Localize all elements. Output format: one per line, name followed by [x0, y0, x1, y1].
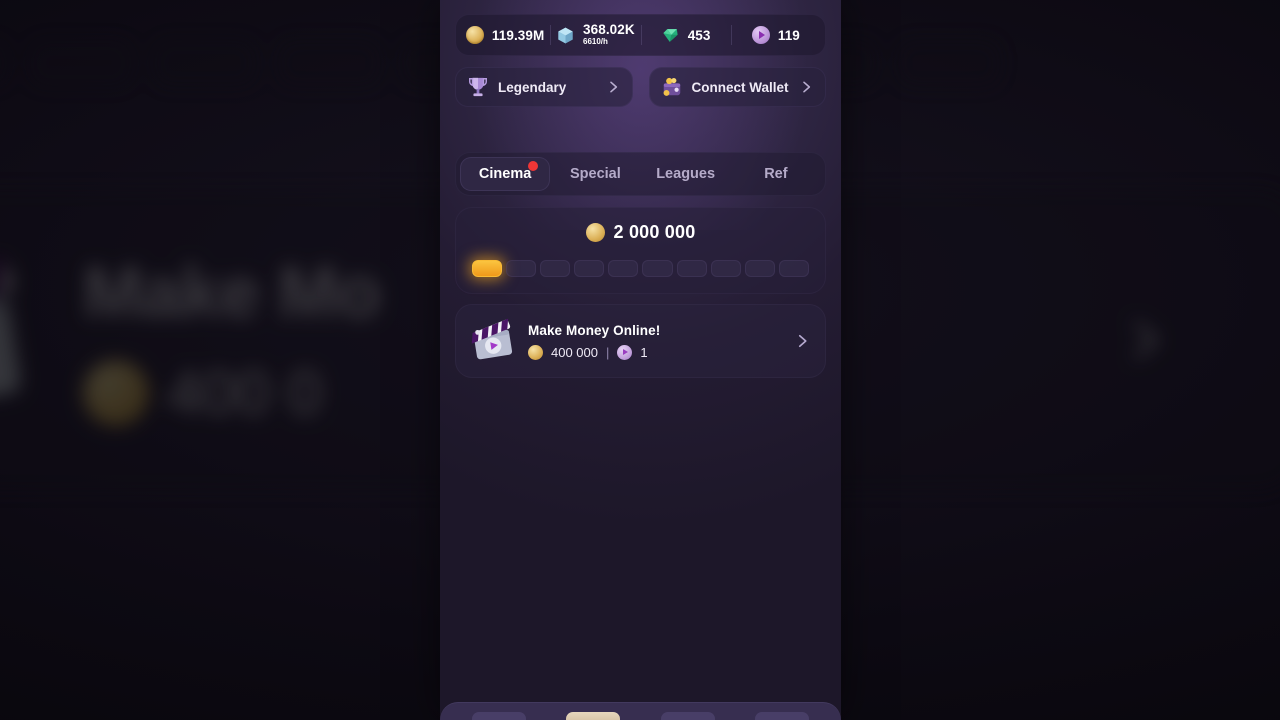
cinema-item-card[interactable]: Make Money Online! 400 000 | 1 — [455, 304, 826, 378]
connect-wallet-button[interactable]: Connect Wallet — [648, 67, 826, 107]
tab-special[interactable]: Special — [550, 157, 640, 191]
progress-segment — [540, 260, 571, 277]
tab-cinema[interactable]: Cinema — [460, 157, 551, 191]
stat-ice-value: 368.02K — [583, 22, 635, 38]
chevron-right-icon[interactable] — [793, 332, 811, 350]
chevron-right-icon — [609, 81, 617, 93]
coin-icon — [83, 360, 149, 426]
tab-cinema-label: Cinema — [478, 166, 532, 182]
nav-item[interactable] — [472, 712, 527, 720]
nav-item[interactable] — [660, 712, 715, 720]
tab-special-label: Special — [569, 166, 621, 182]
chevron-right-icon — [1134, 321, 1158, 359]
ticket-icon — [617, 344, 633, 360]
cinema-item-title: Make Money Online! — [528, 322, 661, 338]
background-item-reward: 400 0 — [83, 358, 380, 429]
wallet-icon — [663, 77, 680, 96]
background-reward-amount: 400 0 — [167, 358, 323, 428]
tab-leagues[interactable]: Leagues — [641, 157, 731, 191]
ice-cube-icon — [558, 27, 573, 43]
trophy-icon — [469, 77, 487, 97]
background-segment — [898, 40, 1000, 86]
progress-segment — [642, 260, 673, 277]
cinema-item-ticket-count: 1 — [640, 344, 648, 360]
background-segment — [0, 40, 8, 86]
ticket-icon — [751, 26, 770, 44]
stat-tickets-value: 119 — [777, 27, 800, 43]
background-segment — [278, 40, 380, 86]
progress-segments — [472, 260, 809, 277]
background-item-text: Make Mo 400 0 — [83, 252, 381, 429]
stat-coins[interactable]: 119.39M — [460, 15, 550, 55]
nav-item[interactable] — [754, 712, 809, 720]
progress-segment — [608, 260, 639, 277]
coin-icon — [528, 344, 543, 360]
progress-segment — [506, 260, 537, 277]
bottom-nav-bar[interactable] — [440, 702, 841, 720]
action-row: Legendary Connect Wallet — [455, 67, 826, 107]
cinema-item-meta: 400 000 | 1 — [528, 344, 781, 360]
league-label: Legendary — [498, 79, 567, 95]
stat-coins-value: 119.39M — [491, 27, 545, 43]
stat-gems[interactable]: 453 — [640, 15, 731, 55]
progress-segment — [710, 260, 741, 277]
notification-badge-icon — [528, 161, 539, 171]
tab-ref[interactable]: Ref — [731, 157, 821, 191]
progress-amount-row: 2 000 000 — [472, 222, 809, 243]
stats-bar: 119.39M 368.02K 6610/h 453 119 — [455, 14, 826, 56]
clapperboard-icon — [471, 318, 513, 360]
cinema-item-reward: 400 000 — [551, 344, 598, 360]
stat-ice-rate: 6610/h — [583, 37, 608, 47]
progress-segment — [778, 260, 809, 277]
cinema-item-body: Make Money Online! 400 000 | 1 — [528, 323, 781, 360]
coin-icon — [585, 223, 605, 242]
tab-leagues-label: Leagues — [656, 166, 716, 182]
background-segment — [154, 40, 256, 86]
background-item-title: Make Mo — [83, 252, 381, 333]
gem-icon — [663, 28, 678, 42]
stat-tickets[interactable]: 119 — [730, 15, 821, 55]
progress-panel: 2 000 000 — [455, 207, 826, 294]
tab-bar: Cinema Special Leagues Ref — [455, 152, 826, 196]
stat-ice[interactable]: 368.02K 6610/h — [550, 15, 640, 55]
chevron-right-icon — [803, 81, 811, 93]
stat-gems-value: 453 — [687, 27, 711, 43]
tab-ref-label: Ref — [764, 166, 788, 182]
nav-item-active[interactable] — [566, 712, 621, 720]
meta-separator: | — [606, 344, 610, 360]
league-button[interactable]: Legendary — [455, 67, 633, 107]
wallet-label: Connect Wallet — [691, 79, 789, 95]
phone-screen: 119.39M 368.02K 6610/h 453 119 Legendary… — [440, 0, 841, 720]
progress-amount: 2 000 000 — [613, 222, 696, 242]
background-segment — [30, 40, 132, 86]
progress-segment — [744, 260, 775, 277]
progress-segment — [676, 260, 707, 277]
coin-icon — [465, 26, 484, 44]
clapperboard-icon — [0, 252, 21, 412]
screenshot-root: Make Mo 400 0 119.39M 368.02K 6610/h 453… — [0, 0, 1280, 720]
stat-ice-values: 368.02K 6610/h — [583, 23, 635, 47]
progress-segment — [472, 260, 503, 277]
progress-segment — [574, 260, 605, 277]
